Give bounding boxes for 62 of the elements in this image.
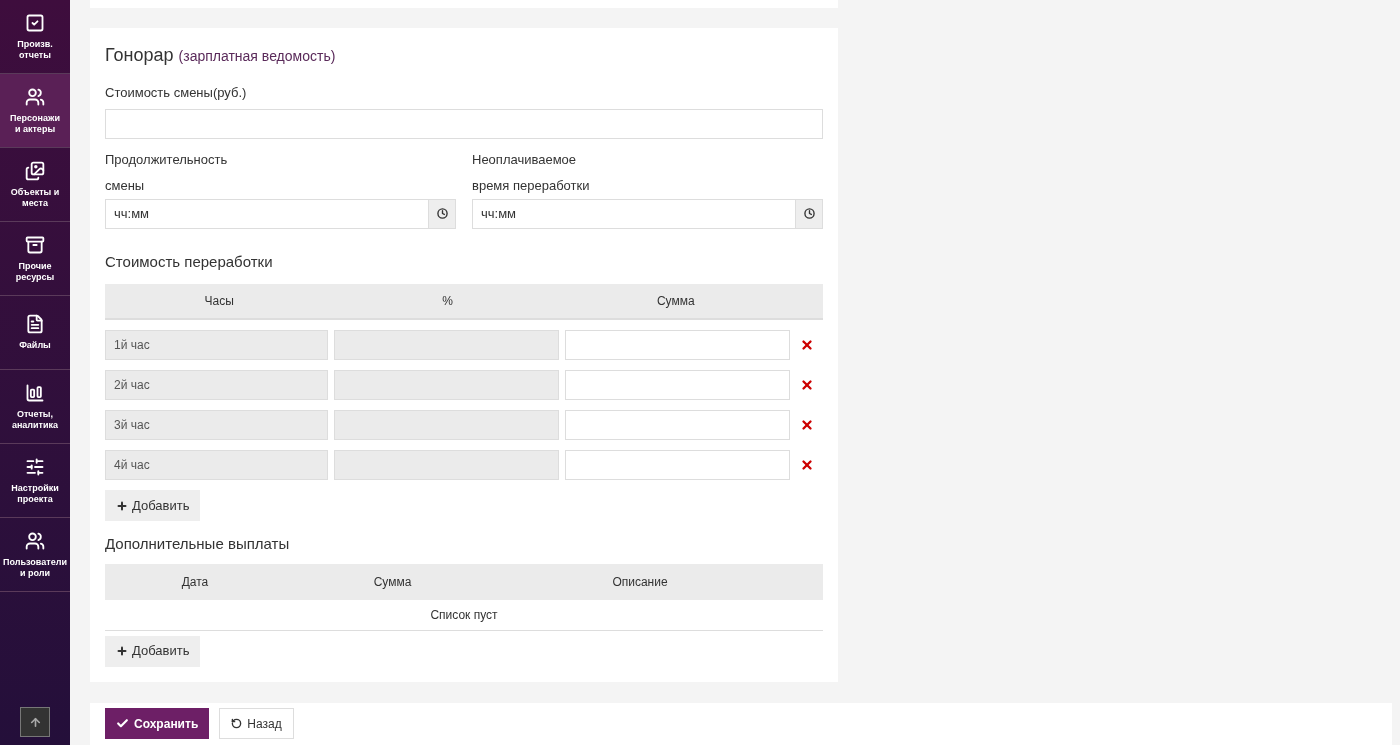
remove-button[interactable] [800, 458, 814, 473]
column-header: Описание [611, 573, 669, 591]
close-icon [800, 338, 814, 353]
sidebar-item[interactable]: Отчеты, аналитика [0, 370, 70, 444]
document-icon [25, 314, 45, 334]
bar-chart-icon [25, 382, 45, 403]
field-label: смены [105, 176, 146, 195]
subsection-title: Дополнительные выплаты [105, 534, 291, 555]
hours-cell: 3й час [105, 410, 328, 441]
add-button[interactable]: Добавить [105, 490, 201, 522]
hours-cell: 2й час [105, 370, 328, 401]
sidebar-item[interactable]: Настройки проекта [0, 444, 70, 518]
sidebar-item[interactable]: Прочие ресурсы [0, 222, 70, 296]
clock-icon [803, 208, 815, 220]
subsection-title: Стоимость переработки [105, 251, 274, 272]
undo-icon [231, 718, 243, 730]
column-header: Часы [203, 293, 235, 311]
remove-button[interactable] [800, 378, 814, 393]
pictures-icon [25, 160, 45, 181]
close-icon [800, 418, 814, 433]
sidebar-item[interactable]: Персонажи и актеры [0, 74, 70, 148]
sliders-icon [25, 456, 45, 477]
hours-cell: 1й час [105, 330, 328, 361]
amount-input-field[interactable] [565, 330, 790, 361]
field-label: Неоплачиваемое [472, 150, 578, 169]
column-header: Дата [180, 573, 210, 591]
add-button[interactable]: Добавить [105, 635, 201, 667]
close-icon [800, 378, 814, 393]
column-header: Сумма [655, 293, 696, 311]
clock-button[interactable] [796, 198, 823, 229]
empty-list-message: Список пуст [430, 606, 498, 624]
field-label: время переработки [472, 176, 591, 195]
people-icon [25, 530, 45, 551]
amount-input-field[interactable] [565, 370, 790, 401]
column-header: Сумма [372, 573, 413, 591]
arrow-up-icon [28, 715, 42, 729]
box-icon [25, 234, 45, 255]
close-icon [800, 458, 814, 473]
amount-input-field[interactable] [565, 410, 790, 441]
time-input-field[interactable]: чч:мм [472, 198, 796, 229]
remove-button[interactable] [800, 418, 814, 433]
column-header: % [441, 293, 454, 311]
checkbox-icon [25, 12, 45, 33]
clock-button[interactable] [429, 198, 456, 229]
clock-icon [436, 208, 448, 220]
back-button[interactable]: Назад [219, 708, 294, 740]
plus-icon [116, 499, 128, 512]
shift-cost-input-field[interactable] [105, 108, 823, 139]
time-input-field[interactable]: чч:мм [105, 198, 429, 229]
scroll-top-button[interactable] [20, 707, 50, 737]
sidebar-item[interactable]: Объекты и места [0, 148, 70, 222]
hours-cell: 4й час [105, 450, 328, 481]
save-button[interactable]: Сохранить [105, 708, 210, 740]
plus-icon [116, 645, 128, 658]
field-label: Стоимость смены(руб.) [105, 84, 248, 103]
section-title: Гонорар (зарплатная ведомость) [105, 44, 337, 68]
field-label: Продолжительность [105, 150, 229, 169]
people-icon [25, 86, 45, 107]
sidebar-item[interactable]: Пользователи и роли [0, 518, 70, 592]
remove-button[interactable] [800, 338, 814, 353]
amount-input-field[interactable] [565, 450, 790, 481]
sidebar-item[interactable]: Файлы [0, 296, 70, 370]
